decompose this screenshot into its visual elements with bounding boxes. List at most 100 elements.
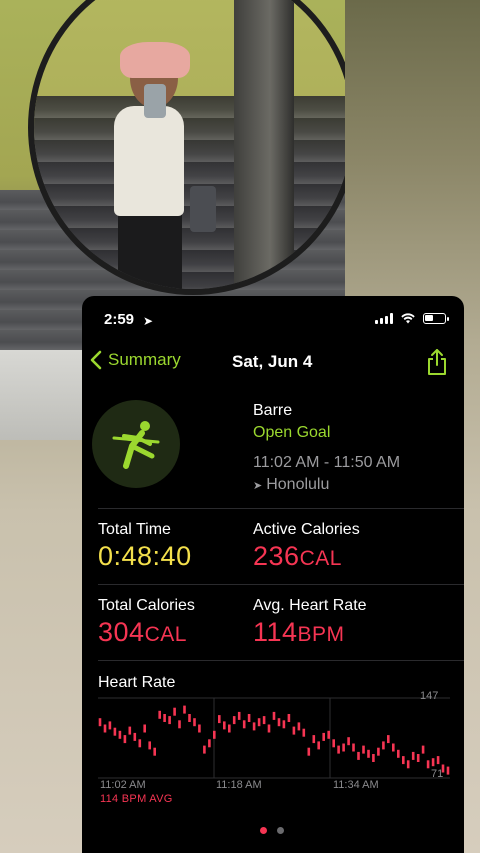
y-max-label: 147	[420, 690, 439, 702]
mirror-pillar-reflection	[234, 0, 294, 289]
heart-rate-point	[198, 724, 201, 733]
heart-rate-point	[118, 730, 122, 739]
page-dot[interactable]	[277, 827, 284, 834]
back-label: Summary	[108, 350, 181, 369]
heart-rate-point	[193, 718, 196, 727]
nav-bar: Summary Sat, Jun 4	[82, 346, 464, 382]
heart-rate-average: 114 BPM AVG	[100, 793, 173, 805]
heart-rate-point	[352, 743, 355, 752]
heart-rate-point	[133, 732, 137, 741]
heart-rate-point	[377, 747, 380, 756]
heart-rate-point	[387, 735, 390, 744]
x-tick-label: 11:18 AM	[216, 779, 262, 791]
heart-rate-point	[406, 760, 410, 769]
back-button[interactable]: Summary	[90, 350, 181, 370]
heart-rate-point	[203, 745, 206, 754]
bucket-hat	[120, 42, 190, 78]
heart-rate-point	[426, 760, 430, 769]
heart-rate-point	[228, 724, 231, 733]
metric-label: Total Time	[98, 521, 171, 538]
heart-rate-point	[357, 751, 360, 760]
phone	[144, 84, 166, 118]
heart-rate-point	[297, 722, 301, 731]
metric-number: 236	[253, 541, 300, 571]
heart-rate-point	[446, 766, 450, 775]
wifi-icon	[401, 313, 415, 324]
page-title: Sat, Jun 4	[232, 352, 313, 371]
heart-rate-point	[213, 730, 216, 739]
x-tick-label: 11:02 AM	[100, 779, 146, 791]
metric-unit: CAL	[299, 547, 342, 570]
person-body	[114, 106, 184, 216]
heart-rate-point	[362, 745, 365, 754]
heart-rate-point	[307, 747, 311, 756]
workout-location: ➤ Honolulu	[253, 476, 329, 494]
heart-rate-point	[382, 741, 385, 750]
heart-rate-point	[218, 715, 221, 724]
heart-rate-point	[128, 726, 132, 735]
heart-rate-point	[347, 737, 350, 746]
heart-rate-chart	[98, 697, 450, 779]
heart-rate-point	[158, 710, 161, 719]
barre-figure-icon	[112, 421, 160, 469]
heart-rate-point	[188, 714, 191, 722]
heart-rate-point	[342, 743, 345, 752]
heart-rate-point	[421, 745, 425, 754]
heart-rate-point	[367, 749, 370, 758]
heart-rate-point	[232, 716, 236, 725]
divider	[98, 584, 464, 585]
metric-total-calories: Total Calories 304CAL	[98, 597, 195, 648]
heart-rate-point	[108, 721, 112, 730]
heart-rate-point	[287, 714, 291, 722]
metric-value: 114BPM	[253, 617, 367, 648]
page-dot-active[interactable]	[260, 827, 267, 834]
metric-label: Active Calories	[253, 521, 360, 538]
metric-unit: BPM	[297, 623, 345, 646]
metric-value: 304CAL	[98, 617, 195, 648]
workout-name: Barre	[253, 402, 293, 419]
heart-rate-point	[252, 722, 256, 731]
heart-rate-point	[332, 739, 335, 748]
metric-number: 304	[98, 617, 145, 647]
heart-rate-point	[103, 724, 107, 733]
location-arrow-icon: ➤	[143, 314, 154, 328]
metric-value: 236CAL	[253, 541, 360, 572]
heart-rate-point	[123, 735, 127, 744]
location-label: Honolulu	[266, 476, 330, 493]
metric-active-calories: Active Calories 236CAL	[253, 521, 360, 572]
heart-rate-point	[163, 714, 166, 722]
heart-rate-point	[257, 718, 261, 727]
heart-rate-point	[267, 724, 271, 733]
heart-rate-point	[327, 730, 330, 739]
heart-rate-point	[337, 745, 340, 754]
heart-rate-point	[292, 726, 296, 735]
heart-rate-point	[168, 716, 171, 725]
divider	[98, 660, 464, 661]
heart-rate-point	[317, 741, 320, 750]
heart-rate-point	[431, 758, 435, 767]
workout-summary-card: 2:59 ➤ Summary Sat, Jun 4 Barre Open Goa…	[82, 296, 464, 853]
round-mirror	[28, 0, 345, 295]
heart-rate-point	[397, 749, 400, 758]
heart-rate-title: Heart Rate	[98, 674, 176, 691]
battery-icon	[423, 313, 449, 324]
heart-rate-point	[247, 714, 251, 722]
metric-number: 114	[253, 617, 298, 647]
heart-rate-point	[223, 721, 226, 730]
cellular-signal-icon	[375, 313, 393, 324]
heart-rate-point	[372, 754, 375, 762]
heart-rate-point	[282, 720, 286, 729]
barre-workout-icon	[92, 400, 180, 488]
heart-rate-point	[242, 720, 246, 729]
metric-unit: CAL	[144, 623, 187, 646]
metric-total-time: Total Time 0:48:40	[98, 521, 192, 572]
heart-rate-point	[113, 727, 117, 736]
heart-rate-point	[143, 724, 146, 733]
metric-label: Total Calories	[98, 597, 195, 614]
heart-rate-point	[98, 718, 102, 727]
status-bar: 2:59 ➤	[82, 296, 464, 344]
page-indicator[interactable]	[260, 827, 284, 834]
heart-rate-point	[237, 711, 241, 720]
heart-rate-point	[183, 705, 186, 714]
share-icon[interactable]	[426, 348, 448, 376]
